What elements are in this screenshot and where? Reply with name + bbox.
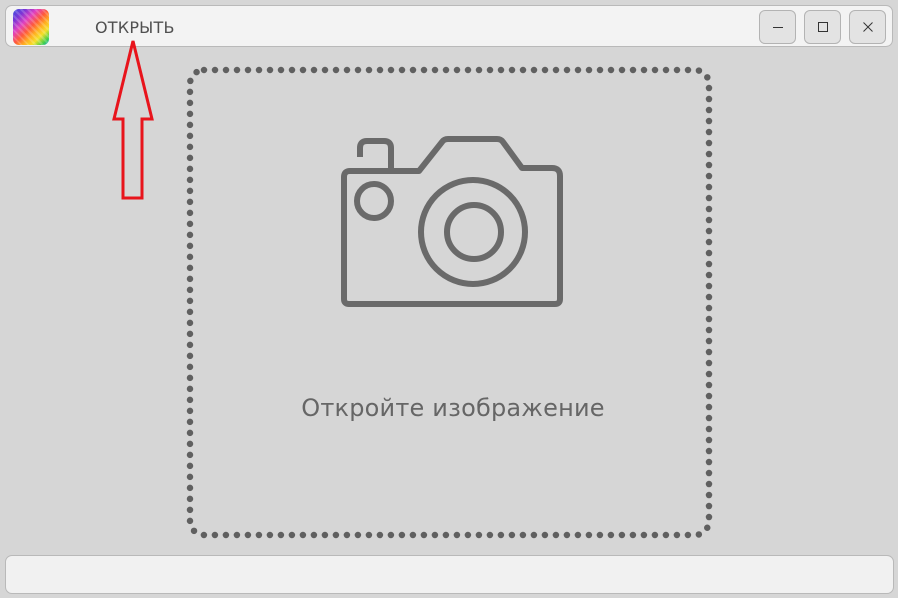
camera-icon [341, 136, 563, 307]
close-button[interactable] [849, 10, 886, 44]
open-button[interactable]: ОТКРЫТЬ [95, 17, 175, 39]
dropzone-label: Откройте изображение [301, 394, 605, 422]
close-icon [862, 22, 873, 32]
maximize-icon [817, 22, 828, 32]
arrow-up-icon [112, 40, 154, 200]
app-logo-icon [13, 9, 49, 45]
status-bar [5, 555, 894, 594]
maximize-button[interactable] [804, 10, 841, 44]
minimize-icon [772, 27, 783, 28]
minimize-button[interactable] [759, 10, 796, 44]
image-dropzone[interactable]: Откройте изображение [186, 66, 714, 540]
